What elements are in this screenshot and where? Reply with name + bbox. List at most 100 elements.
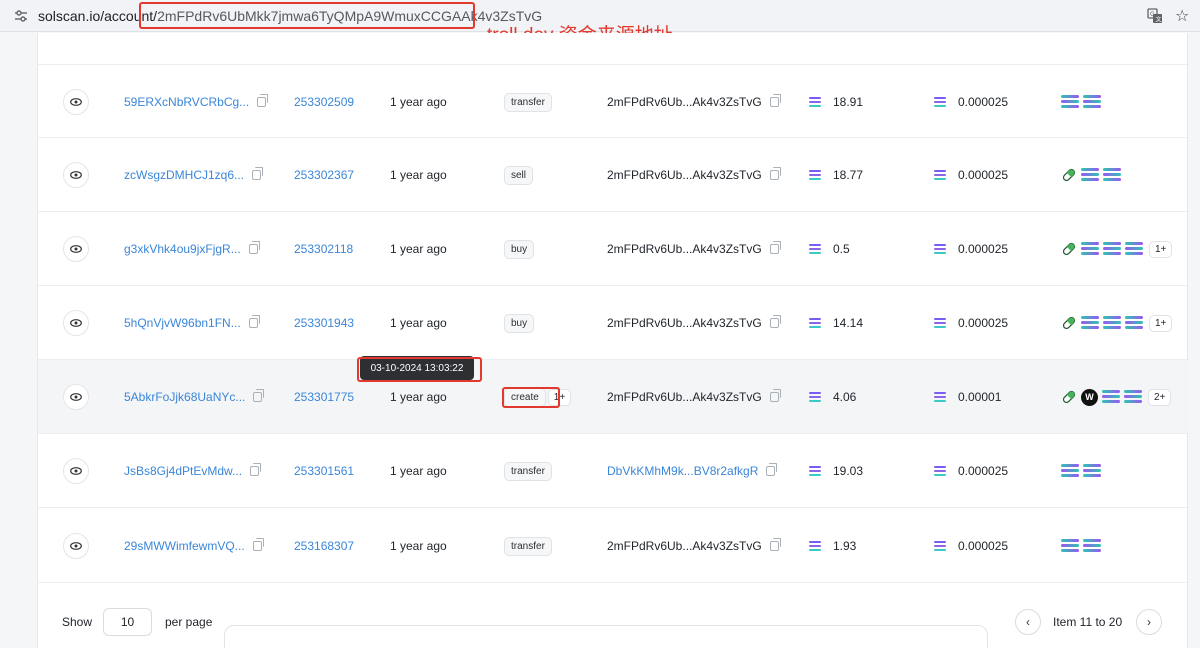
copy-icon[interactable]: [769, 315, 781, 328]
translate-icon[interactable]: G 文: [1147, 8, 1163, 24]
signer-address[interactable]: 2mFPdRv6Ub...Ak4v3ZsTvG: [607, 390, 762, 404]
cell-age: 1 year ago: [390, 509, 447, 583]
copy-icon[interactable]: [248, 315, 260, 328]
copy-icon[interactable]: [248, 241, 260, 254]
view-details-button[interactable]: [63, 384, 89, 410]
block-link[interactable]: 253168307: [294, 539, 354, 553]
signature-link[interactable]: 59ERXcNbRVCRbCg...: [124, 95, 249, 109]
age-text[interactable]: 1 year ago: [390, 464, 447, 478]
block-link[interactable]: 253301561: [294, 464, 354, 478]
signer-address[interactable]: DbVkKMhM9k...BV8r2afkgR: [607, 464, 758, 478]
view-details-button[interactable]: [63, 533, 89, 559]
sol-token-icon[interactable]: [1124, 390, 1142, 404]
view-details-button[interactable]: [63, 162, 89, 188]
table-row[interactable]: 5AbkrFoJjk68UaNYc... 253301775 1 year ago c…: [38, 360, 1189, 434]
sol-token-icon[interactable]: [1083, 95, 1101, 109]
signer-address[interactable]: 2mFPdRv6Ub...Ak4v3ZsTvG: [607, 316, 762, 330]
pill-token-icon[interactable]: [1061, 241, 1077, 257]
table-row[interactable]: JsBs8Gj4dPtEvMdw... 253301561 1 year ago tr…: [38, 434, 1189, 508]
per-page-select[interactable]: 10: [103, 608, 152, 636]
table-row[interactable]: 59ERXcNbRVCRbCg... 253302509 1 year ago tra…: [38, 64, 1189, 138]
signer-address[interactable]: 2mFPdRv6Ub...Ak4v3ZsTvG: [607, 95, 762, 109]
sol-token-icon[interactable]: [1061, 464, 1079, 478]
sol-token-icon[interactable]: [1081, 316, 1099, 330]
age-text[interactable]: 1 year ago: [390, 242, 447, 256]
bookmark-star-icon[interactable]: ☆: [1175, 6, 1189, 26]
age-text[interactable]: 1 year ago: [390, 316, 447, 330]
w-token-icon[interactable]: W: [1081, 388, 1098, 406]
signature-link[interactable]: JsBs8Gj4dPtEvMdw...: [124, 464, 242, 478]
chevron-right-icon: ›: [1147, 615, 1151, 629]
instruction-badge[interactable]: transfer: [504, 92, 552, 112]
table-row[interactable]: zcWsgzDMHCJ1zq6... 253302367 1 year ago sel…: [38, 138, 1189, 212]
instruction-badge[interactable]: buy: [504, 239, 535, 259]
age-text[interactable]: 1 year ago: [390, 390, 447, 404]
view-details-button[interactable]: [63, 458, 89, 484]
copy-icon[interactable]: [769, 538, 781, 551]
age-text[interactable]: 1 year ago: [390, 539, 447, 553]
sol-token-icon[interactable]: [1083, 539, 1101, 553]
prev-page-button[interactable]: ‹: [1015, 609, 1041, 635]
copy-icon[interactable]: [252, 538, 264, 551]
copy-icon[interactable]: [252, 167, 264, 180]
more-tokens-badge[interactable]: 2+: [1148, 388, 1172, 406]
instruction-badge[interactable]: buy: [504, 313, 535, 333]
copy-icon[interactable]: [250, 463, 262, 476]
cell-type: transfer: [504, 65, 552, 139]
signature-link[interactable]: zcWsgzDMHCJ1zq6...: [124, 168, 244, 182]
block-link[interactable]: 253301775: [294, 390, 354, 404]
sol-token-icon[interactable]: [1125, 316, 1143, 330]
sol-token-icon[interactable]: [1103, 316, 1121, 330]
next-page-button[interactable]: ›: [1136, 609, 1162, 635]
instruction-badge[interactable]: transfer: [504, 536, 552, 556]
view-details-button[interactable]: [63, 310, 89, 336]
table-row[interactable]: 29sMWWimfewmVQ... 253168307 1 year ago tran…: [38, 509, 1189, 583]
sol-token-icon[interactable]: [1103, 242, 1121, 256]
sol-token-icon[interactable]: [1081, 242, 1099, 256]
signature-link[interactable]: 5AbkrFoJjk68UaNYc...: [124, 390, 245, 404]
signer-address[interactable]: 2mFPdRv6Ub...Ak4v3ZsTvG: [607, 539, 762, 553]
cell-tokens: 1+: [1061, 212, 1173, 286]
signature-link[interactable]: 5hQnVjvW96bn1FN...: [124, 316, 241, 330]
sol-token-icon[interactable]: [1061, 95, 1079, 109]
copy-icon[interactable]: [257, 94, 269, 107]
cell-by: DbVkKMhM9k...BV8r2afkgR: [607, 434, 778, 508]
sol-token-icon[interactable]: [1083, 464, 1101, 478]
block-link[interactable]: 253302118: [294, 242, 353, 256]
cell-value: 4.06: [809, 360, 856, 434]
pill-token-icon[interactable]: [1061, 389, 1077, 405]
sol-token-icon[interactable]: [1125, 242, 1143, 256]
copy-icon[interactable]: [769, 94, 781, 107]
copy-icon[interactable]: [769, 167, 781, 180]
block-link[interactable]: 253301943: [294, 316, 354, 330]
instruction-badge[interactable]: transfer: [504, 461, 552, 481]
signer-address[interactable]: 2mFPdRv6Ub...Ak4v3ZsTvG: [607, 242, 762, 256]
site-settings-icon[interactable]: [14, 9, 28, 23]
block-link[interactable]: 253302367: [294, 168, 354, 182]
instruction-badge[interactable]: sell: [504, 165, 534, 185]
signature-link[interactable]: 29sMWWimfewmVQ...: [124, 539, 245, 553]
sol-token-icon[interactable]: [1102, 390, 1120, 404]
copy-icon[interactable]: [769, 241, 781, 254]
table-row[interactable]: 5hQnVjvW96bn1FN... 253301943 1 year ago buy…: [38, 286, 1189, 360]
view-details-button[interactable]: [63, 236, 89, 262]
svg-text:G: G: [1150, 11, 1155, 18]
copy-icon[interactable]: [769, 389, 781, 402]
sol-token-icon[interactable]: [1081, 168, 1099, 182]
table-row[interactable]: g3xkVhk4ou9jxFjgR... 253302118 1 year ago b…: [38, 212, 1189, 286]
block-link[interactable]: 253302509: [294, 95, 354, 109]
age-text[interactable]: 1 year ago: [390, 95, 447, 109]
more-tokens-badge[interactable]: 1+: [1149, 240, 1173, 258]
copy-icon[interactable]: [253, 389, 265, 402]
cell-by: 2mFPdRv6Ub...Ak4v3ZsTvG: [607, 360, 781, 434]
pill-token-icon[interactable]: [1061, 315, 1077, 331]
sol-token-icon[interactable]: [1103, 168, 1121, 182]
signer-address[interactable]: 2mFPdRv6Ub...Ak4v3ZsTvG: [607, 168, 762, 182]
signature-link[interactable]: g3xkVhk4ou9jxFjgR...: [124, 242, 241, 256]
more-tokens-badge[interactable]: 1+: [1149, 314, 1173, 332]
copy-icon[interactable]: [766, 463, 778, 476]
view-details-button[interactable]: [63, 89, 89, 115]
pill-token-icon[interactable]: [1061, 167, 1077, 183]
sol-token-icon[interactable]: [1061, 539, 1079, 553]
age-text[interactable]: 1 year ago: [390, 168, 447, 182]
